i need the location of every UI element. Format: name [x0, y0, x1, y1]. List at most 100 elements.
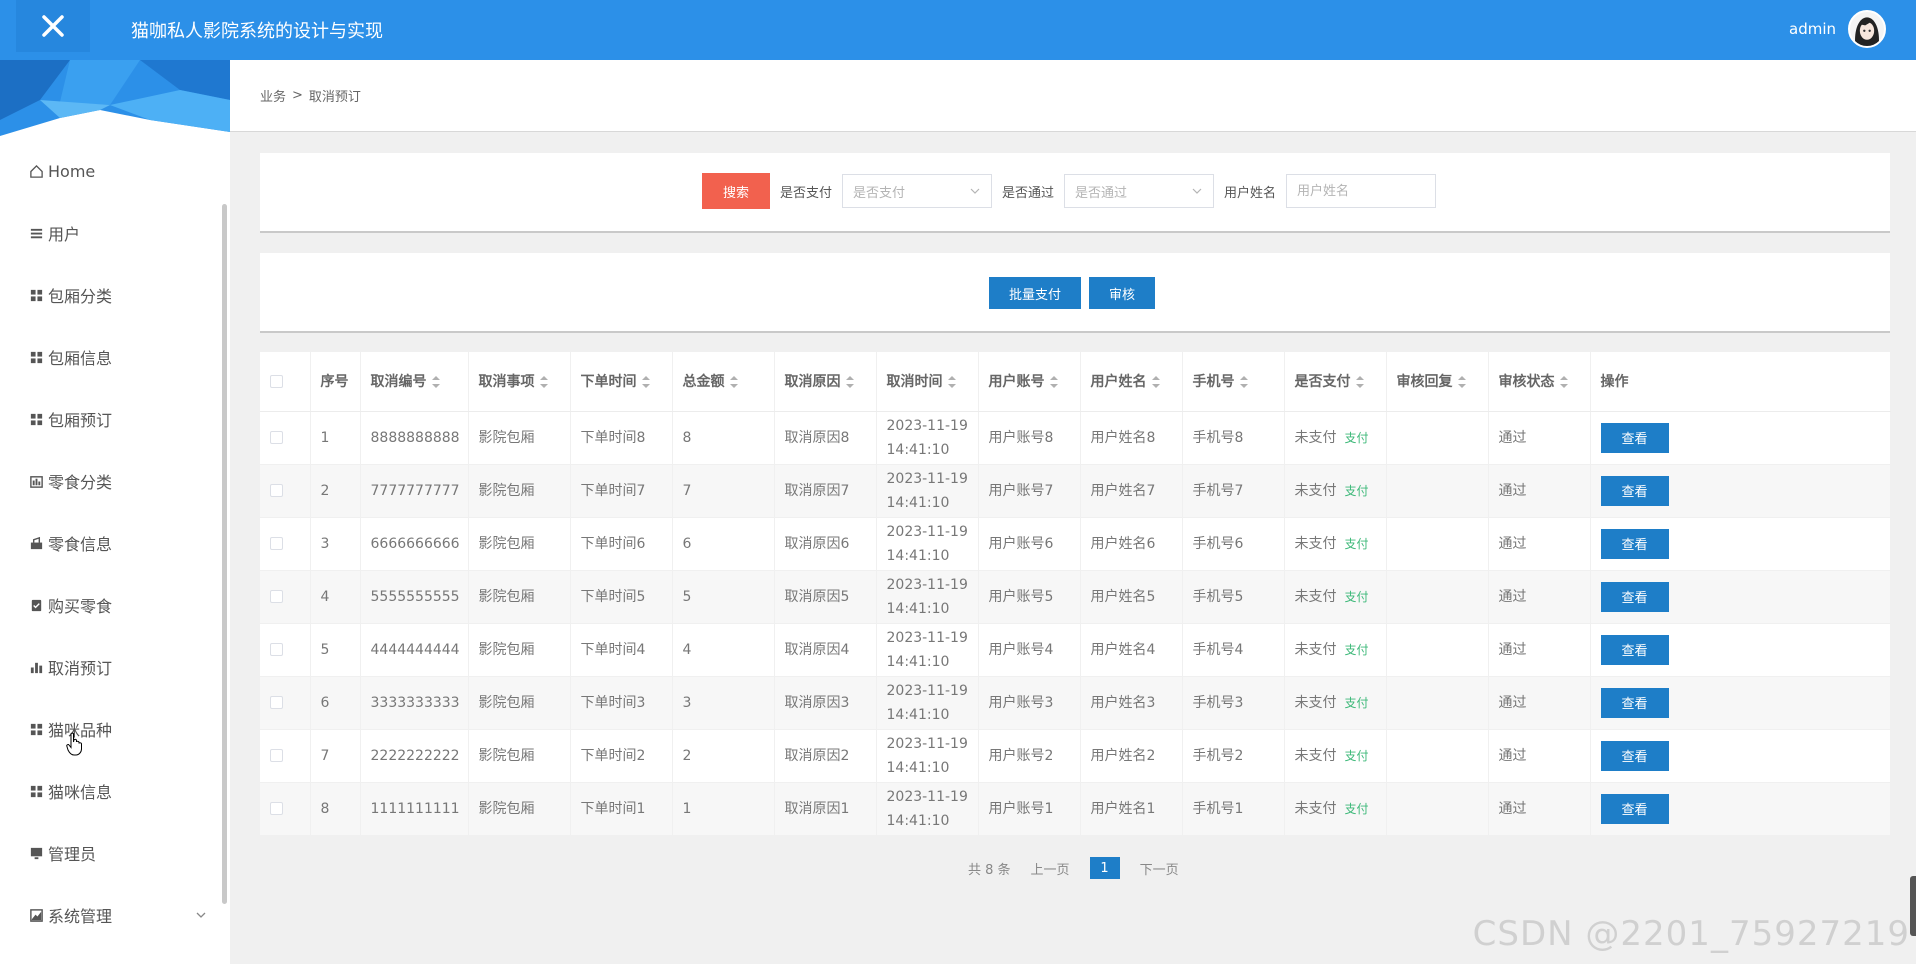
sidebar-item-snack-info[interactable]: 零食信息 [0, 512, 230, 574]
column-header[interactable]: 用户账号 [978, 352, 1081, 412]
breadcrumb-parent[interactable]: 业务 [260, 86, 286, 105]
column-header[interactable]: 取消原因 [774, 352, 877, 412]
sidebar-item-admin[interactable]: 管理员 [0, 822, 230, 884]
cancel-clock: 14:41:10 [886, 600, 950, 617]
row-checkbox[interactable] [270, 431, 283, 444]
total-amount-cell: 1 [672, 782, 775, 836]
column-header-label: 手机号 [1192, 374, 1235, 391]
name-filter-input[interactable] [1286, 174, 1437, 208]
table-row: 8 1111111111 影院包厢 下单时间1 1 取消原因1 2023-11-19 14:4… [260, 782, 1891, 836]
sidebar-item-users[interactable]: 用户 [0, 202, 230, 264]
column-header[interactable]: 下单时间 [570, 352, 673, 412]
sidebar-scrollbar[interactable] [222, 204, 227, 904]
sidebar-item-system[interactable]: 系统管理 [0, 884, 230, 946]
column-header[interactable]: 取消编号 [360, 352, 469, 412]
total-amount-cell: 7 [672, 464, 775, 518]
pay-link[interactable]: 支付 [1345, 643, 1369, 657]
next-page-button[interactable]: 下一页 [1140, 859, 1179, 878]
row-checkbox[interactable] [270, 484, 283, 497]
username[interactable]: admin [1789, 20, 1836, 38]
pay-link[interactable]: 支付 [1345, 537, 1369, 551]
sidebar-item-cancel-booking[interactable]: 取消预订 [0, 636, 230, 698]
sort-icon[interactable] [947, 375, 957, 389]
cell-value: 未支付 [1294, 535, 1337, 552]
cell-value: 取消原因5 [784, 588, 850, 605]
cell-value: 影院包厢 [478, 800, 535, 817]
prev-page-button[interactable]: 上一页 [1031, 859, 1070, 878]
column-header[interactable]: 手机号 [1182, 352, 1285, 412]
view-button[interactable]: 查看 [1600, 475, 1669, 506]
cell-value: 8 [320, 800, 330, 817]
sort-icon[interactable] [1151, 375, 1161, 389]
approved-filter-select[interactable]: 是否通过 [1064, 174, 1215, 208]
row-checkbox[interactable] [270, 749, 283, 762]
pay-link[interactable]: 支付 [1345, 802, 1369, 816]
view-button[interactable]: 查看 [1600, 740, 1669, 771]
user-menu[interactable]: admin [1789, 10, 1886, 48]
sidebar-item-snack-category[interactable]: 零食分类 [0, 450, 230, 512]
row-checkbox[interactable] [270, 590, 283, 603]
view-button[interactable]: 查看 [1600, 422, 1669, 453]
hand-cursor-icon [66, 732, 82, 756]
clipboard-icon [29, 598, 44, 613]
sidebar-item-label: 管理员 [48, 845, 97, 864]
column-header[interactable]: 取消时间 [876, 352, 979, 412]
cancel-date: 2023-11-19 [886, 682, 968, 699]
sort-icon[interactable] [1239, 375, 1249, 389]
sidebar-item-cat-info[interactable]: 猫咪信息 [0, 760, 230, 822]
sort-icon[interactable] [1559, 375, 1569, 389]
sidebar-item-cat-breed[interactable]: 猫咪品种 [0, 698, 230, 760]
sort-icon[interactable] [1355, 375, 1365, 389]
cancel-reason-cell: 取消原因6 [774, 517, 877, 571]
column-header[interactable]: 总金额 [672, 352, 775, 412]
cell-value: 手机号3 [1192, 694, 1244, 711]
cell-value: 取消原因8 [784, 429, 850, 446]
sort-icon[interactable] [845, 375, 855, 389]
avatar[interactable] [1848, 10, 1886, 48]
page-number-current[interactable]: 1 [1089, 857, 1120, 879]
search-button[interactable]: 搜索 [702, 173, 770, 209]
chevron-down-icon[interactable] [194, 908, 208, 922]
pay-link[interactable]: 支付 [1345, 696, 1369, 710]
review-button[interactable]: 审核 [1089, 277, 1156, 309]
total-amount-cell: 4 [672, 623, 775, 677]
sort-icon[interactable] [431, 375, 441, 389]
column-header[interactable]: 取消事项 [468, 352, 571, 412]
select-all-checkbox[interactable] [270, 374, 283, 388]
row-checkbox[interactable] [270, 696, 283, 709]
pay-link[interactable]: 支付 [1345, 431, 1369, 445]
view-button[interactable]: 查看 [1600, 793, 1669, 824]
view-button[interactable]: 查看 [1600, 528, 1669, 559]
sort-icon[interactable] [539, 375, 549, 389]
column-header[interactable]: 审核回复 [1386, 352, 1489, 412]
row-checkbox[interactable] [270, 643, 283, 656]
sort-icon[interactable] [729, 375, 739, 389]
view-button[interactable]: 查看 [1600, 687, 1669, 718]
view-button[interactable]: 查看 [1600, 581, 1669, 612]
sort-icon[interactable] [1457, 375, 1467, 389]
pay-link[interactable]: 支付 [1345, 749, 1369, 763]
sidebar-item-room-category[interactable]: 包厢分类 [0, 264, 230, 326]
close-sidebar-button[interactable] [16, 0, 90, 52]
column-header[interactable]: 用户姓名 [1080, 352, 1183, 412]
sidebar-item-home[interactable]: Home [0, 140, 230, 202]
row-checkbox[interactable] [270, 537, 283, 550]
row-select-cell [260, 676, 311, 730]
row-checkbox[interactable] [270, 802, 283, 815]
edge-scroll-handle[interactable] [1910, 876, 1916, 936]
view-button[interactable]: 查看 [1600, 634, 1669, 665]
batch-pay-button[interactable]: 批量支付 [989, 277, 1082, 309]
sidebar-item-room-info[interactable]: 包厢信息 [0, 326, 230, 388]
column-header[interactable]: 审核状态 [1488, 352, 1591, 412]
sort-icon[interactable] [641, 375, 651, 389]
cancel-id-cell: 5555555555 [360, 570, 469, 624]
paid-filter-select[interactable]: 是否支付 [842, 174, 993, 208]
cell-value: 影院包厢 [478, 482, 535, 499]
column-header[interactable]: 是否支付 [1284, 352, 1387, 412]
sidebar-item-room-booking[interactable]: 包厢预订 [0, 388, 230, 450]
pay-link[interactable]: 支付 [1345, 590, 1369, 604]
pay-link[interactable]: 支付 [1345, 484, 1369, 498]
cell-value: 影院包厢 [478, 535, 535, 552]
sidebar-item-buy-snacks[interactable]: 购买零食 [0, 574, 230, 636]
sort-icon[interactable] [1049, 375, 1059, 389]
